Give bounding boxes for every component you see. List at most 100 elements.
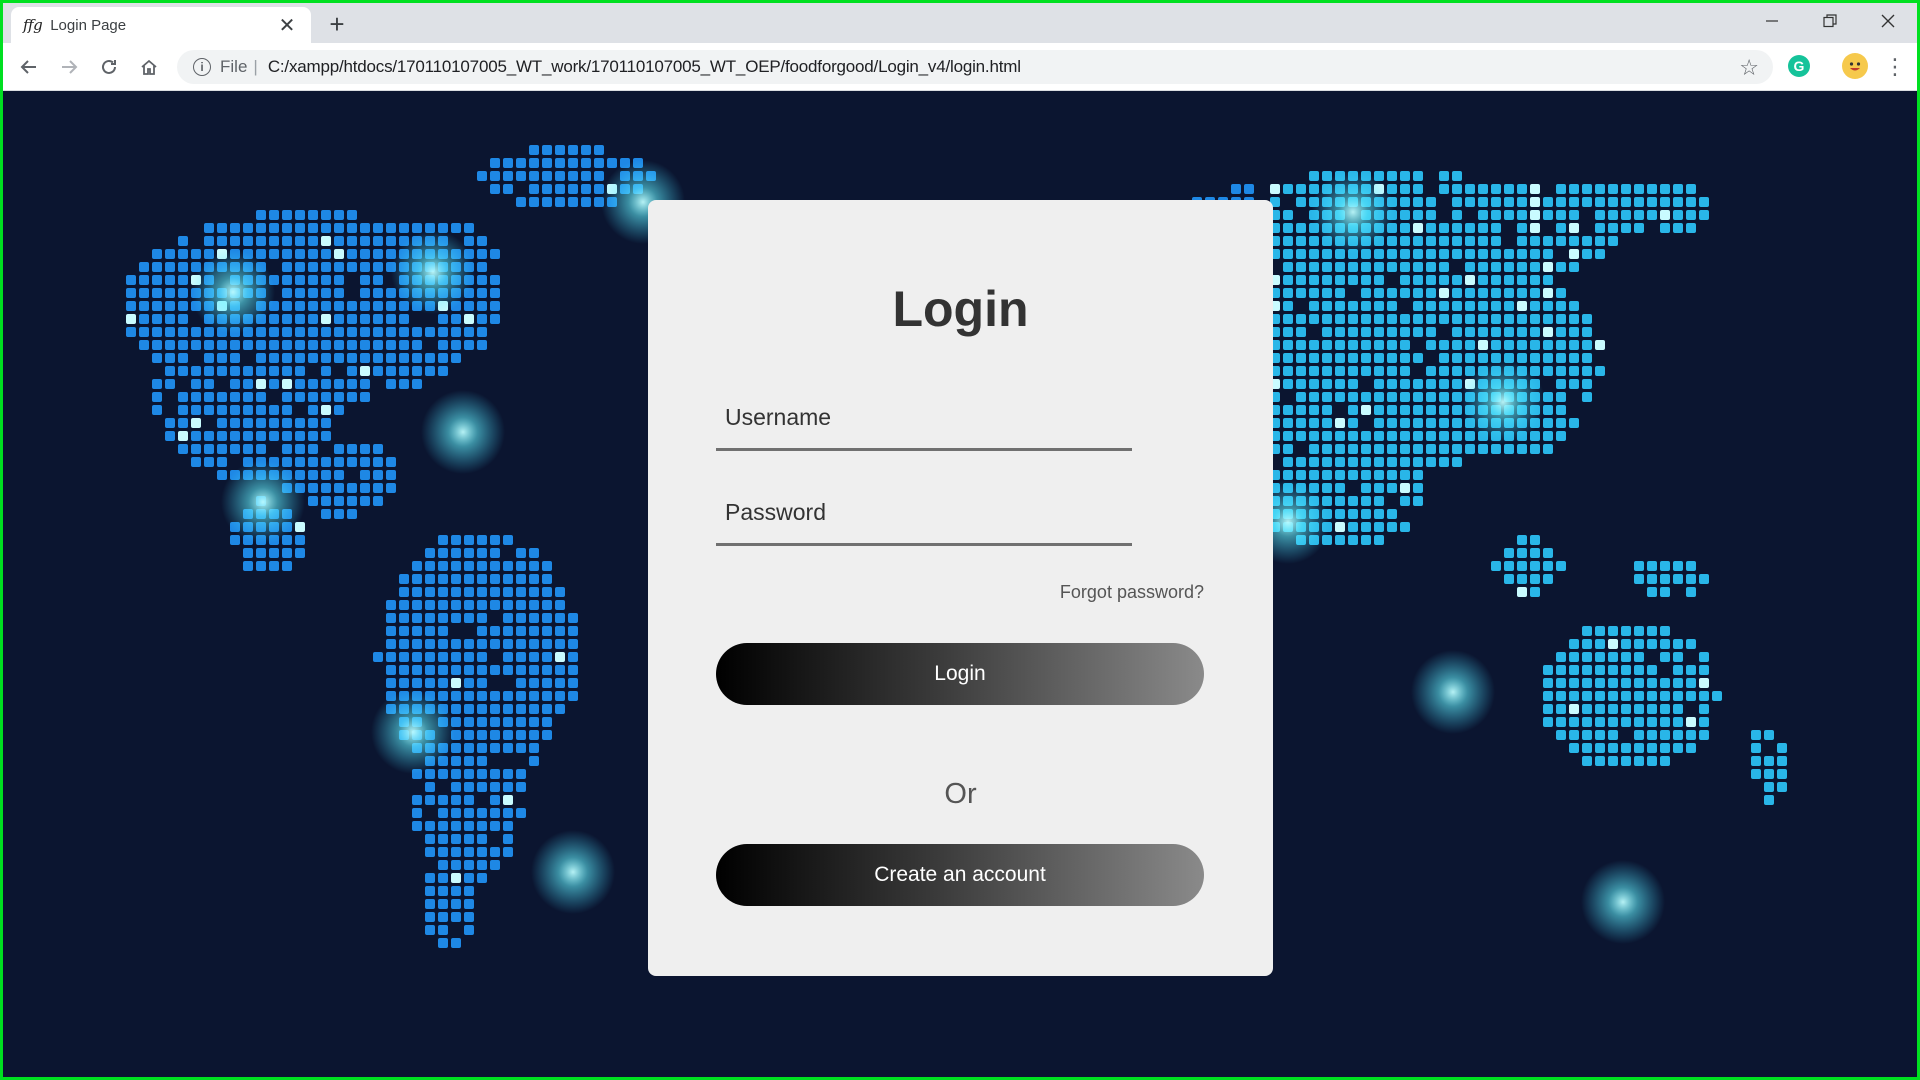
url-text[interactable]: C:/xampp/htdocs/170110107005_WT_work/170… — [268, 57, 1021, 77]
map-dot — [1400, 249, 1410, 259]
map-dot — [425, 639, 435, 649]
map-dot — [490, 275, 500, 285]
map-dot — [1426, 444, 1436, 454]
star-icon[interactable]: ☆ — [1739, 55, 1759, 81]
map-dot — [399, 353, 409, 363]
tab-close-icon[interactable]: ✕ — [275, 13, 299, 38]
map-dot — [1491, 275, 1501, 285]
map-dot — [412, 574, 422, 584]
login-button[interactable]: Login — [716, 643, 1204, 705]
map-dot — [308, 236, 318, 246]
map-dot — [1348, 535, 1358, 545]
map-dot — [308, 496, 318, 506]
map-dot — [1556, 327, 1566, 337]
address-bar[interactable]: i File | C:/xampp/htdocs/170110107005_WT… — [177, 50, 1773, 84]
map-dot — [542, 717, 552, 727]
map-dot — [1413, 327, 1423, 337]
map-dot — [438, 652, 448, 662]
map-dot — [516, 782, 526, 792]
map-dot — [451, 795, 461, 805]
map-dot — [1426, 249, 1436, 259]
map-dot — [490, 847, 500, 857]
map-dot — [1452, 366, 1462, 376]
close-window-button[interactable] — [1859, 3, 1917, 39]
map-dot — [1348, 275, 1358, 285]
reload-button[interactable] — [93, 51, 125, 83]
map-dot — [1413, 288, 1423, 298]
profile-avatar-icon[interactable] — [1842, 53, 1868, 79]
map-dot — [477, 756, 487, 766]
map-dot — [373, 327, 383, 337]
map-dot — [438, 925, 448, 935]
map-dot — [1439, 418, 1449, 428]
map-dot — [1595, 223, 1605, 233]
map-dot — [1686, 743, 1696, 753]
map-dot — [1686, 574, 1696, 584]
password-input[interactable] — [716, 482, 1132, 543]
map-dot — [542, 704, 552, 714]
forward-arrow-icon — [62, 60, 78, 74]
map-dot — [1361, 288, 1371, 298]
map-dot — [1374, 509, 1384, 519]
map-dot — [1296, 340, 1306, 350]
map-dot — [243, 431, 253, 441]
map-dot — [1335, 262, 1345, 272]
map-dot — [1543, 431, 1553, 441]
username-input[interactable] — [716, 387, 1132, 448]
map-dot — [1556, 197, 1566, 207]
map-dot — [334, 457, 344, 467]
map-dot — [1556, 392, 1566, 402]
map-dot — [477, 236, 487, 246]
grammarly-icon[interactable]: G — [1788, 55, 1810, 77]
map-dot — [1660, 561, 1670, 571]
map-dot — [1764, 782, 1774, 792]
map-dot — [1530, 288, 1540, 298]
create-account-button[interactable]: Create an account — [716, 844, 1204, 906]
minimize-button[interactable] — [1743, 3, 1801, 39]
map-dot — [1478, 210, 1488, 220]
map-dot — [1387, 171, 1397, 181]
map-dot — [1543, 197, 1553, 207]
map-dot — [438, 808, 448, 818]
map-dot — [1335, 366, 1345, 376]
map-dot — [464, 730, 474, 740]
forgot-password-link[interactable]: Forgot password? — [1060, 582, 1204, 603]
map-dot — [1660, 210, 1670, 220]
map-dot — [347, 444, 357, 454]
map-dot — [451, 340, 461, 350]
map-dot — [1634, 574, 1644, 584]
info-icon[interactable]: i — [193, 58, 211, 76]
map-dot — [477, 574, 487, 584]
map-dot — [373, 262, 383, 272]
map-dot — [1413, 301, 1423, 311]
map-dot — [243, 392, 253, 402]
map-dot — [308, 210, 318, 220]
map-dot — [503, 665, 513, 675]
more-menu-icon[interactable]: ⋮ — [1883, 51, 1907, 83]
map-dot — [399, 639, 409, 649]
map-dot — [1309, 379, 1319, 389]
map-dot — [1569, 184, 1579, 194]
map-dot — [308, 418, 318, 428]
map-dot — [1673, 743, 1683, 753]
map-dot — [438, 678, 448, 688]
map-dot — [581, 158, 591, 168]
home-button[interactable] — [133, 51, 165, 83]
map-dot — [529, 678, 539, 688]
map-dot — [1764, 756, 1774, 766]
map-dot — [503, 535, 513, 545]
map-dot — [1452, 327, 1462, 337]
restore-button[interactable] — [1801, 3, 1859, 39]
map-dot — [1465, 184, 1475, 194]
back-button[interactable] — [13, 51, 45, 83]
map-dot — [1517, 275, 1527, 285]
map-dot — [529, 548, 539, 558]
map-dot — [1608, 665, 1618, 675]
forward-button[interactable] — [53, 51, 85, 83]
browser-tab[interactable]: ffg Login Page ✕ — [11, 7, 311, 43]
new-tab-button[interactable]: + — [321, 9, 353, 41]
map-dot — [152, 392, 162, 402]
map-dot — [477, 730, 487, 740]
map-dot — [503, 171, 513, 181]
map-dot — [1517, 210, 1527, 220]
